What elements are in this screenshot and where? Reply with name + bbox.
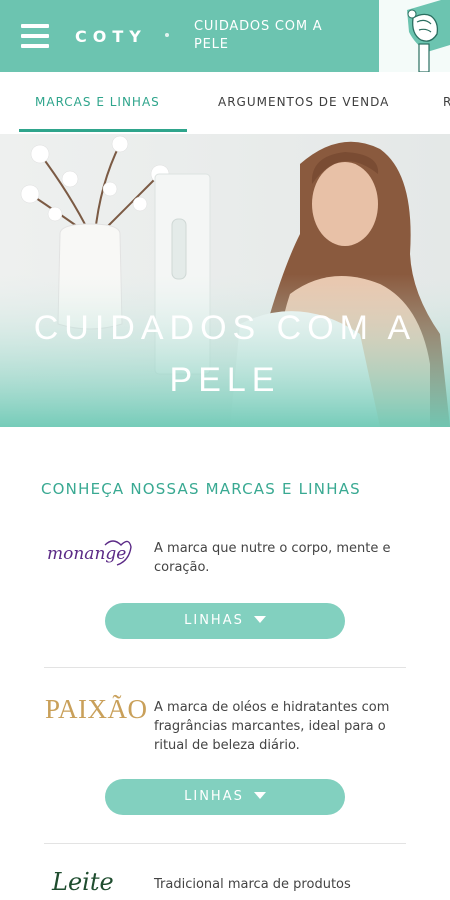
header-illustration: [379, 0, 450, 72]
linhas-dropdown-button[interactable]: LINHAS: [105, 603, 345, 639]
chevron-down-icon: [253, 792, 266, 799]
chevron-down-icon: [253, 616, 266, 623]
brand-description: A marca que nutre o corpo, mente e coraç…: [154, 541, 391, 575]
tab-argumentos-de-venda[interactable]: ARGUMENTOS DE VENDA: [218, 95, 389, 109]
brand-logo[interactable]: COTY: [75, 27, 147, 46]
leite-logo: Leite: [52, 868, 114, 896]
tab-partial[interactable]: R: [443, 95, 450, 109]
section-heading: CONHEÇA NOSSAS MARCAS E LINHAS: [41, 480, 361, 498]
tab-marcas-e-linhas[interactable]: MARCAS E LINHAS: [35, 95, 160, 109]
page-title: CUIDADOS COM A PELE: [194, 19, 323, 52]
monange-logo: monange: [47, 540, 132, 566]
linhas-dropdown-button[interactable]: LINHAS: [105, 779, 345, 815]
divider: [44, 843, 406, 844]
linhas-button-label: LINHAS: [184, 789, 244, 804]
menu-icon[interactable]: [21, 24, 49, 48]
brand-description: Tradicional marca de produtos: [154, 877, 351, 892]
active-tab-indicator: [19, 129, 187, 132]
tab-bar: MARCAS E LINHAS ARGUMENTOS DE VENDA R: [0, 72, 450, 134]
app-header: COTY CUIDADOS COM A PELE: [0, 0, 450, 72]
brand-description: A marca de oléos e hidratantes com fragr…: [154, 700, 390, 753]
paixao-logo: PAIXÃO: [45, 694, 148, 724]
monange-logo-text: monange: [47, 544, 126, 564]
hero-title: CUIDADOS COM A PELE: [33, 309, 417, 399]
separator-dot: [165, 33, 169, 37]
linhas-button-label: LINHAS: [184, 613, 244, 628]
divider: [44, 667, 406, 668]
hero-banner: CUIDADOS COM A PELE: [0, 134, 450, 427]
